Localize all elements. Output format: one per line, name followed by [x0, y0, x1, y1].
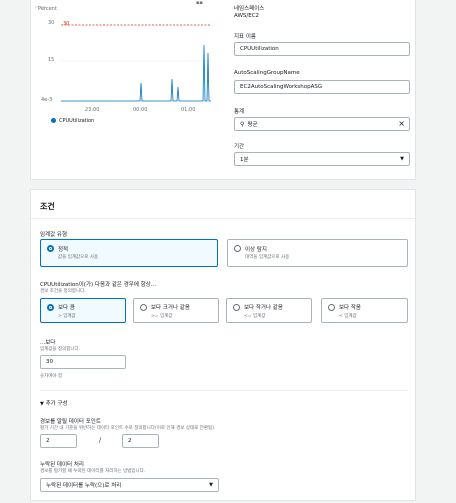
caret-down-icon: ▼ [209, 482, 213, 488]
statistic-label: 통계 [234, 109, 245, 115]
datapoints-desc: 평가 기간 내 기준을 위반하는 데이터 포인트 수로 정의합니다(이로 인해 … [40, 426, 216, 431]
clear-icon[interactable]: × [398, 120, 405, 128]
caret-down-icon: ▼ [40, 401, 44, 407]
chart-menu-icon[interactable]: ▪▪ [196, 0, 203, 6]
x-tick-0100: 01:00 [181, 107, 196, 113]
greater-radio[interactable] [47, 304, 54, 311]
less-option[interactable]: 보다 작음 < 임계값 [321, 298, 408, 323]
legend-dot-icon [51, 118, 56, 123]
series-line-cpuutilization [61, 44, 211, 102]
divider [31, 218, 415, 219]
anomaly-option[interactable]: 이상 탐지 대역을 임계값으로 사용 [227, 239, 408, 267]
static-radio[interactable] [47, 245, 54, 252]
less-equal-option[interactable]: 보다 작거나 같음 <= 임계값 [226, 298, 312, 323]
additional-config-label: 추가 구성 [45, 401, 68, 407]
additional-config-toggle[interactable]: ▼ 추가 구성 [40, 399, 68, 407]
anomaly-radio[interactable] [234, 245, 241, 252]
period-label: 기간 [234, 144, 245, 150]
caret-down-icon: ▼ [400, 156, 404, 162]
less-equal-radio[interactable] [233, 304, 240, 311]
less-sub: < 임계값 [339, 314, 357, 319]
threshold-type-label: 임계값 유형 [40, 232, 68, 238]
datapoints-m-input[interactable]: 2 [122, 434, 159, 448]
greater-label: 보다 큼 [58, 305, 75, 311]
greater-equal-option[interactable]: 보다 크거나 같음 >= 임계값 [133, 298, 219, 323]
y-tick-30: 30 [48, 20, 55, 26]
asg-label: AutoScalingGroupName [234, 70, 300, 76]
namespace-value: AWS/EC2 [234, 13, 260, 19]
greater-equal-radio[interactable] [140, 304, 147, 311]
conditions-title: 조건 [40, 202, 55, 211]
conditions-panel: 조건 임계값 유형 정적 값을 임계값으로 사용 이상 탐지 대역을 임계값으로… [30, 189, 416, 501]
metric-name-label: 지표 이름 [234, 34, 256, 40]
less-radio[interactable] [328, 304, 335, 311]
metric-name-input[interactable]: CPUUtilization [234, 42, 410, 56]
than-label: ...보다 [40, 340, 56, 346]
greater-option[interactable]: 보다 큼 > 임계값 [40, 298, 126, 323]
chart-ylabel: Percent [38, 6, 57, 12]
y-tick-15: 15 [48, 57, 55, 63]
threshold-label: 30 [63, 21, 70, 27]
divider [40, 390, 408, 391]
greater-equal-label: 보다 크거나 같음 [151, 305, 190, 311]
period-value: 1분 [240, 157, 249, 163]
greater-equal-sub: >= 임계값 [151, 314, 173, 319]
legend-label[interactable]: CPUUtilization [59, 118, 94, 124]
metric-panel: ▪▪ Percent 30 30 15 4e-3 23:00 00:00 01:… [30, 0, 416, 180]
missing-data-select[interactable]: 누락된 데이터를 누락(으)로 처리 ▼ [40, 478, 219, 492]
x-tick-2300: 23:00 [85, 107, 100, 113]
datapoints-separator: / [99, 437, 102, 444]
compare-label: CPUUtilization이(가) 다음과 같은 경우에 항상... [40, 282, 156, 288]
missing-data-value: 누락된 데이터를 누락(으)로 처리 [46, 483, 122, 489]
search-icon: ⚲ [240, 120, 245, 128]
y-tick-min: 4e-3 [41, 97, 53, 103]
datapoints-label: 경보를 알릴 데이터 포인트 [40, 419, 101, 425]
missing-data-desc: 경보를 평가할 때 누락된 데이터를 처리하는 방법입니다. [40, 469, 146, 474]
anomaly-label: 이상 탐지 [245, 247, 267, 253]
namespace-label: 네임스페이스 [234, 6, 265, 12]
missing-data-label: 누락된 데이터 처리 [40, 462, 84, 468]
less-label: 보다 작음 [339, 305, 361, 311]
than-hint: 숫자여야 함 [40, 374, 63, 379]
anomaly-desc: 대역을 임계값으로 사용 [245, 255, 290, 260]
static-label: 정적 [58, 247, 69, 253]
than-desc: 임계값을 정의합니다. [40, 347, 81, 352]
datapoints-n-input[interactable]: 2 [40, 434, 77, 448]
period-select[interactable]: 1분 ▼ [234, 152, 410, 166]
threshold-value-input[interactable]: 30 [40, 355, 126, 369]
greater-sub: > 임계값 [58, 314, 76, 319]
x-tick-0000: 00:00 [133, 107, 148, 113]
statistic-value: 평균 [247, 122, 258, 128]
less-equal-label: 보다 작거나 같음 [244, 305, 283, 311]
compare-desc: 경보 조건을 정의합니다. [40, 289, 86, 294]
static-option[interactable]: 정적 값을 임계값으로 사용 [40, 239, 218, 267]
less-equal-sub: <= 임계값 [244, 314, 266, 319]
asg-input[interactable]: EC2AutoScalingWorkshopASG [234, 80, 410, 94]
static-desc: 값을 임계값으로 사용 [58, 255, 99, 260]
statistic-select[interactable]: ⚲ 평균 × [234, 117, 410, 131]
